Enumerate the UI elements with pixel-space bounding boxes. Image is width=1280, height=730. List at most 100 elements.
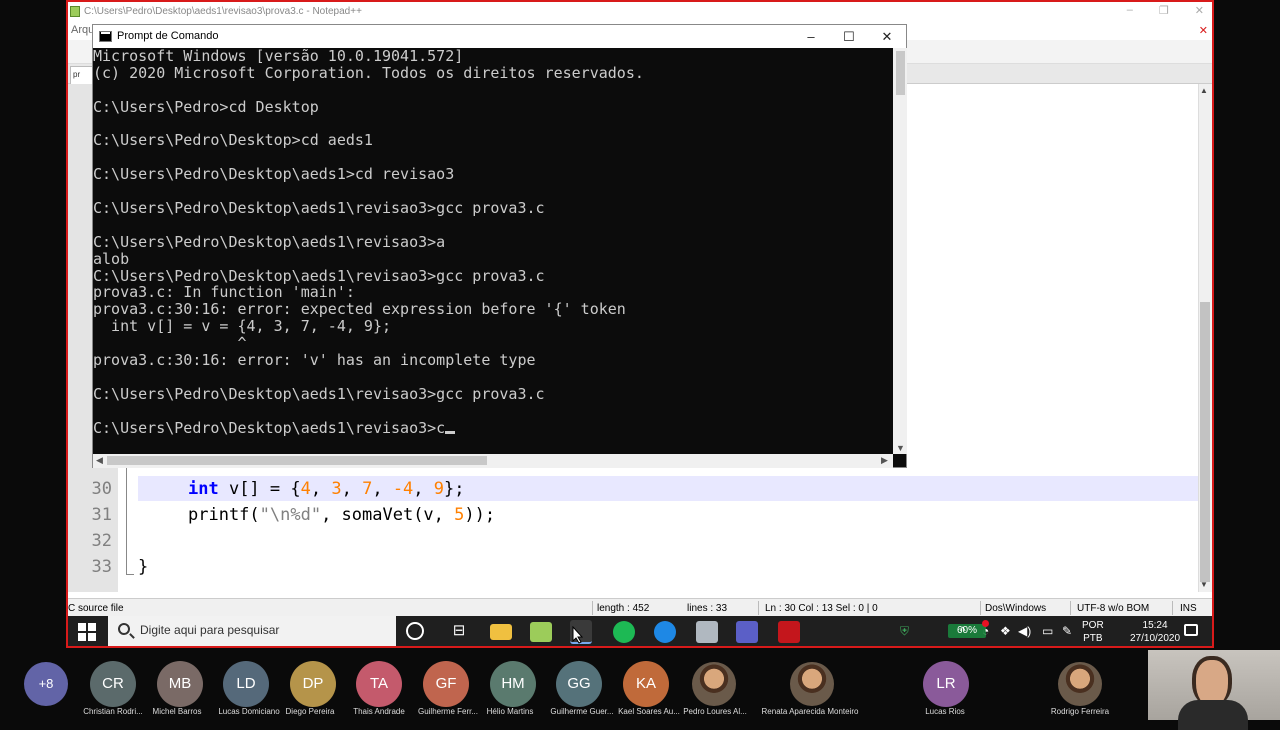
code-line-33[interactable]: } — [138, 557, 148, 577]
participant-name: Michel Barros — [152, 707, 202, 716]
cmd-console[interactable]: Microsoft Windows [versão 10.0.19041.572… — [93, 48, 893, 454]
cmd-vscroll-thumb[interactable] — [896, 51, 905, 95]
teams-icon[interactable] — [736, 621, 758, 643]
battery-icon[interactable]: ▭ — [1042, 624, 1053, 638]
cmd-maximize-button[interactable]: ☐ — [830, 25, 868, 48]
acrobat-icon[interactable] — [778, 621, 800, 643]
notepadpp-taskbar-icon[interactable] — [530, 622, 552, 642]
language-code: POR — [1082, 620, 1104, 631]
code-token: , — [341, 479, 363, 499]
code-token: -4 — [392, 479, 414, 499]
close-doc-icon[interactable]: ✕ — [1199, 24, 1208, 37]
console-line: C:\Users\Pedro\Desktop\aeds1\revisao3>a — [93, 232, 446, 251]
code-token: )); — [464, 505, 496, 525]
security-icon[interactable]: ⛨ — [900, 624, 909, 639]
chevron-up-icon[interactable]: ^ — [960, 624, 966, 638]
line-number: 30 — [91, 479, 112, 499]
line-number: 32 — [91, 531, 112, 551]
console-line: int v[] = v = {4, 3, 7, -4, 9}; — [93, 317, 392, 336]
participant-name: Hélio Martins — [486, 707, 534, 716]
notepadpp-titlebar[interactable]: C:\Users\Pedro\Desktop\aeds1\revisao3\pr… — [68, 2, 1212, 22]
code-line-31[interactable]: printf("\n%d", somaVet(v, 5)); — [188, 505, 495, 525]
participant-avatar[interactable]: DP — [290, 661, 336, 707]
editor-scroll-thumb[interactable] — [1200, 302, 1210, 582]
scroll-up-icon[interactable]: ▲ — [1200, 86, 1208, 95]
code-token: , — [372, 479, 393, 499]
cmd-titlebar[interactable]: Prompt de Comando — [93, 25, 906, 48]
file-explorer-icon[interactable] — [490, 624, 512, 640]
participant-avatar[interactable]: TA — [356, 661, 402, 707]
participant-avatar[interactable]: GG — [556, 661, 602, 707]
scroll-left-icon[interactable]: ◀ — [96, 455, 103, 466]
code-token: 9 — [433, 479, 445, 499]
app-icon[interactable] — [696, 621, 718, 643]
battery-indicator[interactable]: 60% — [948, 624, 986, 638]
cmd-vertical-scrollbar[interactable] — [893, 48, 907, 454]
scroll-down-icon[interactable]: ▼ — [1200, 580, 1208, 589]
participant-avatar[interactable]: GF — [423, 661, 469, 707]
text-cursor — [445, 430, 456, 434]
notepadpp-app-icon — [70, 6, 80, 17]
language-indicator[interactable]: POR PTB — [1082, 619, 1104, 645]
taskbar-search-box[interactable]: Digite aqui para pesquisar — [108, 616, 396, 646]
scroll-right-icon[interactable]: ▶ — [881, 455, 888, 466]
close-icon[interactable]: ✕ — [1195, 4, 1204, 17]
task-view-icon[interactable]: ⊟ — [448, 621, 470, 643]
status-file-type: C source file — [68, 603, 124, 614]
cmd-minimize-button[interactable]: – — [792, 25, 830, 48]
line-number: 33 — [91, 557, 112, 577]
taskbar-clock[interactable]: 15:24 27/10/2020 — [1130, 619, 1180, 645]
participant-photo[interactable] — [790, 662, 834, 706]
edge-icon[interactable] — [654, 621, 676, 643]
participant-avatar[interactable]: LR — [923, 661, 969, 707]
self-video-body — [1178, 700, 1248, 730]
participant-photo[interactable] — [692, 662, 736, 706]
participant-avatar[interactable]: HM — [490, 661, 536, 707]
self-video-person — [1192, 656, 1232, 706]
menu-arquivo[interactable]: Arqu — [68, 22, 94, 40]
dropbox-icon[interactable]: ❖ — [1000, 624, 1011, 638]
participant-photo[interactable] — [1058, 662, 1102, 706]
clock-time: 15:24 — [1142, 620, 1168, 631]
tab-prova3[interactable]: pr — [70, 66, 94, 84]
cmd-hscroll-thumb[interactable] — [107, 456, 487, 465]
spotify-icon[interactable] — [613, 621, 635, 643]
participant-avatar[interactable]: KA — [623, 661, 669, 707]
console-line: prova3.c:30:16: error: 'v' has an incomp… — [93, 351, 536, 370]
notifications-icon[interactable] — [1184, 624, 1198, 636]
cmd-app-icon — [99, 31, 112, 42]
code-token: , somaVet(v, — [321, 505, 455, 525]
console-line-current[interactable]: C:\Users\Pedro\Desktop\aeds1\revisao3>c — [93, 419, 893, 437]
more-participants-button[interactable]: +8 — [24, 662, 68, 706]
keyboard-layout: PTB — [1083, 633, 1103, 644]
participant-avatar[interactable]: MB — [157, 661, 203, 707]
pen-icon[interactable]: ✎ — [1062, 624, 1072, 638]
restore-icon[interactable]: ❐ — [1159, 4, 1169, 17]
code-line-30[interactable]: int v[] = {4, 3, 7, -4, 9}; — [188, 479, 465, 499]
participant-name: Lucas Rios — [925, 707, 965, 716]
participant-avatar[interactable]: CR — [90, 661, 136, 707]
fold-line — [126, 468, 127, 574]
scroll-down-icon[interactable]: ▼ — [896, 443, 905, 453]
minimize-icon[interactable]: – — [1127, 4, 1133, 17]
status-eol: Dos\Windows — [985, 603, 1047, 614]
participant-name: Renata Aparecida Monteiro — [761, 707, 859, 716]
wifi-icon[interactable]: ◔ — [982, 624, 989, 638]
windows-start-icon[interactable] — [78, 623, 96, 641]
code-token: }; — [444, 479, 465, 499]
search-icon — [118, 623, 130, 635]
self-video-preview[interactable] — [1148, 650, 1280, 730]
participant-avatar[interactable]: LD — [223, 661, 269, 707]
notepadpp-window-controls: – ❐ ✕ — [1127, 4, 1204, 17]
fold-end-marker — [126, 574, 134, 575]
console-line: Microsoft Windows [versão 10.0.19041.572… — [93, 48, 464, 65]
cortana-icon[interactable] — [406, 622, 424, 640]
clock-date: 27/10/2020 — [1130, 633, 1181, 644]
cmd-close-button[interactable]: ✕ — [868, 25, 906, 48]
volume-icon[interactable]: ◀) — [1018, 624, 1031, 638]
search-placeholder: Digite aqui para pesquisar — [140, 623, 280, 637]
